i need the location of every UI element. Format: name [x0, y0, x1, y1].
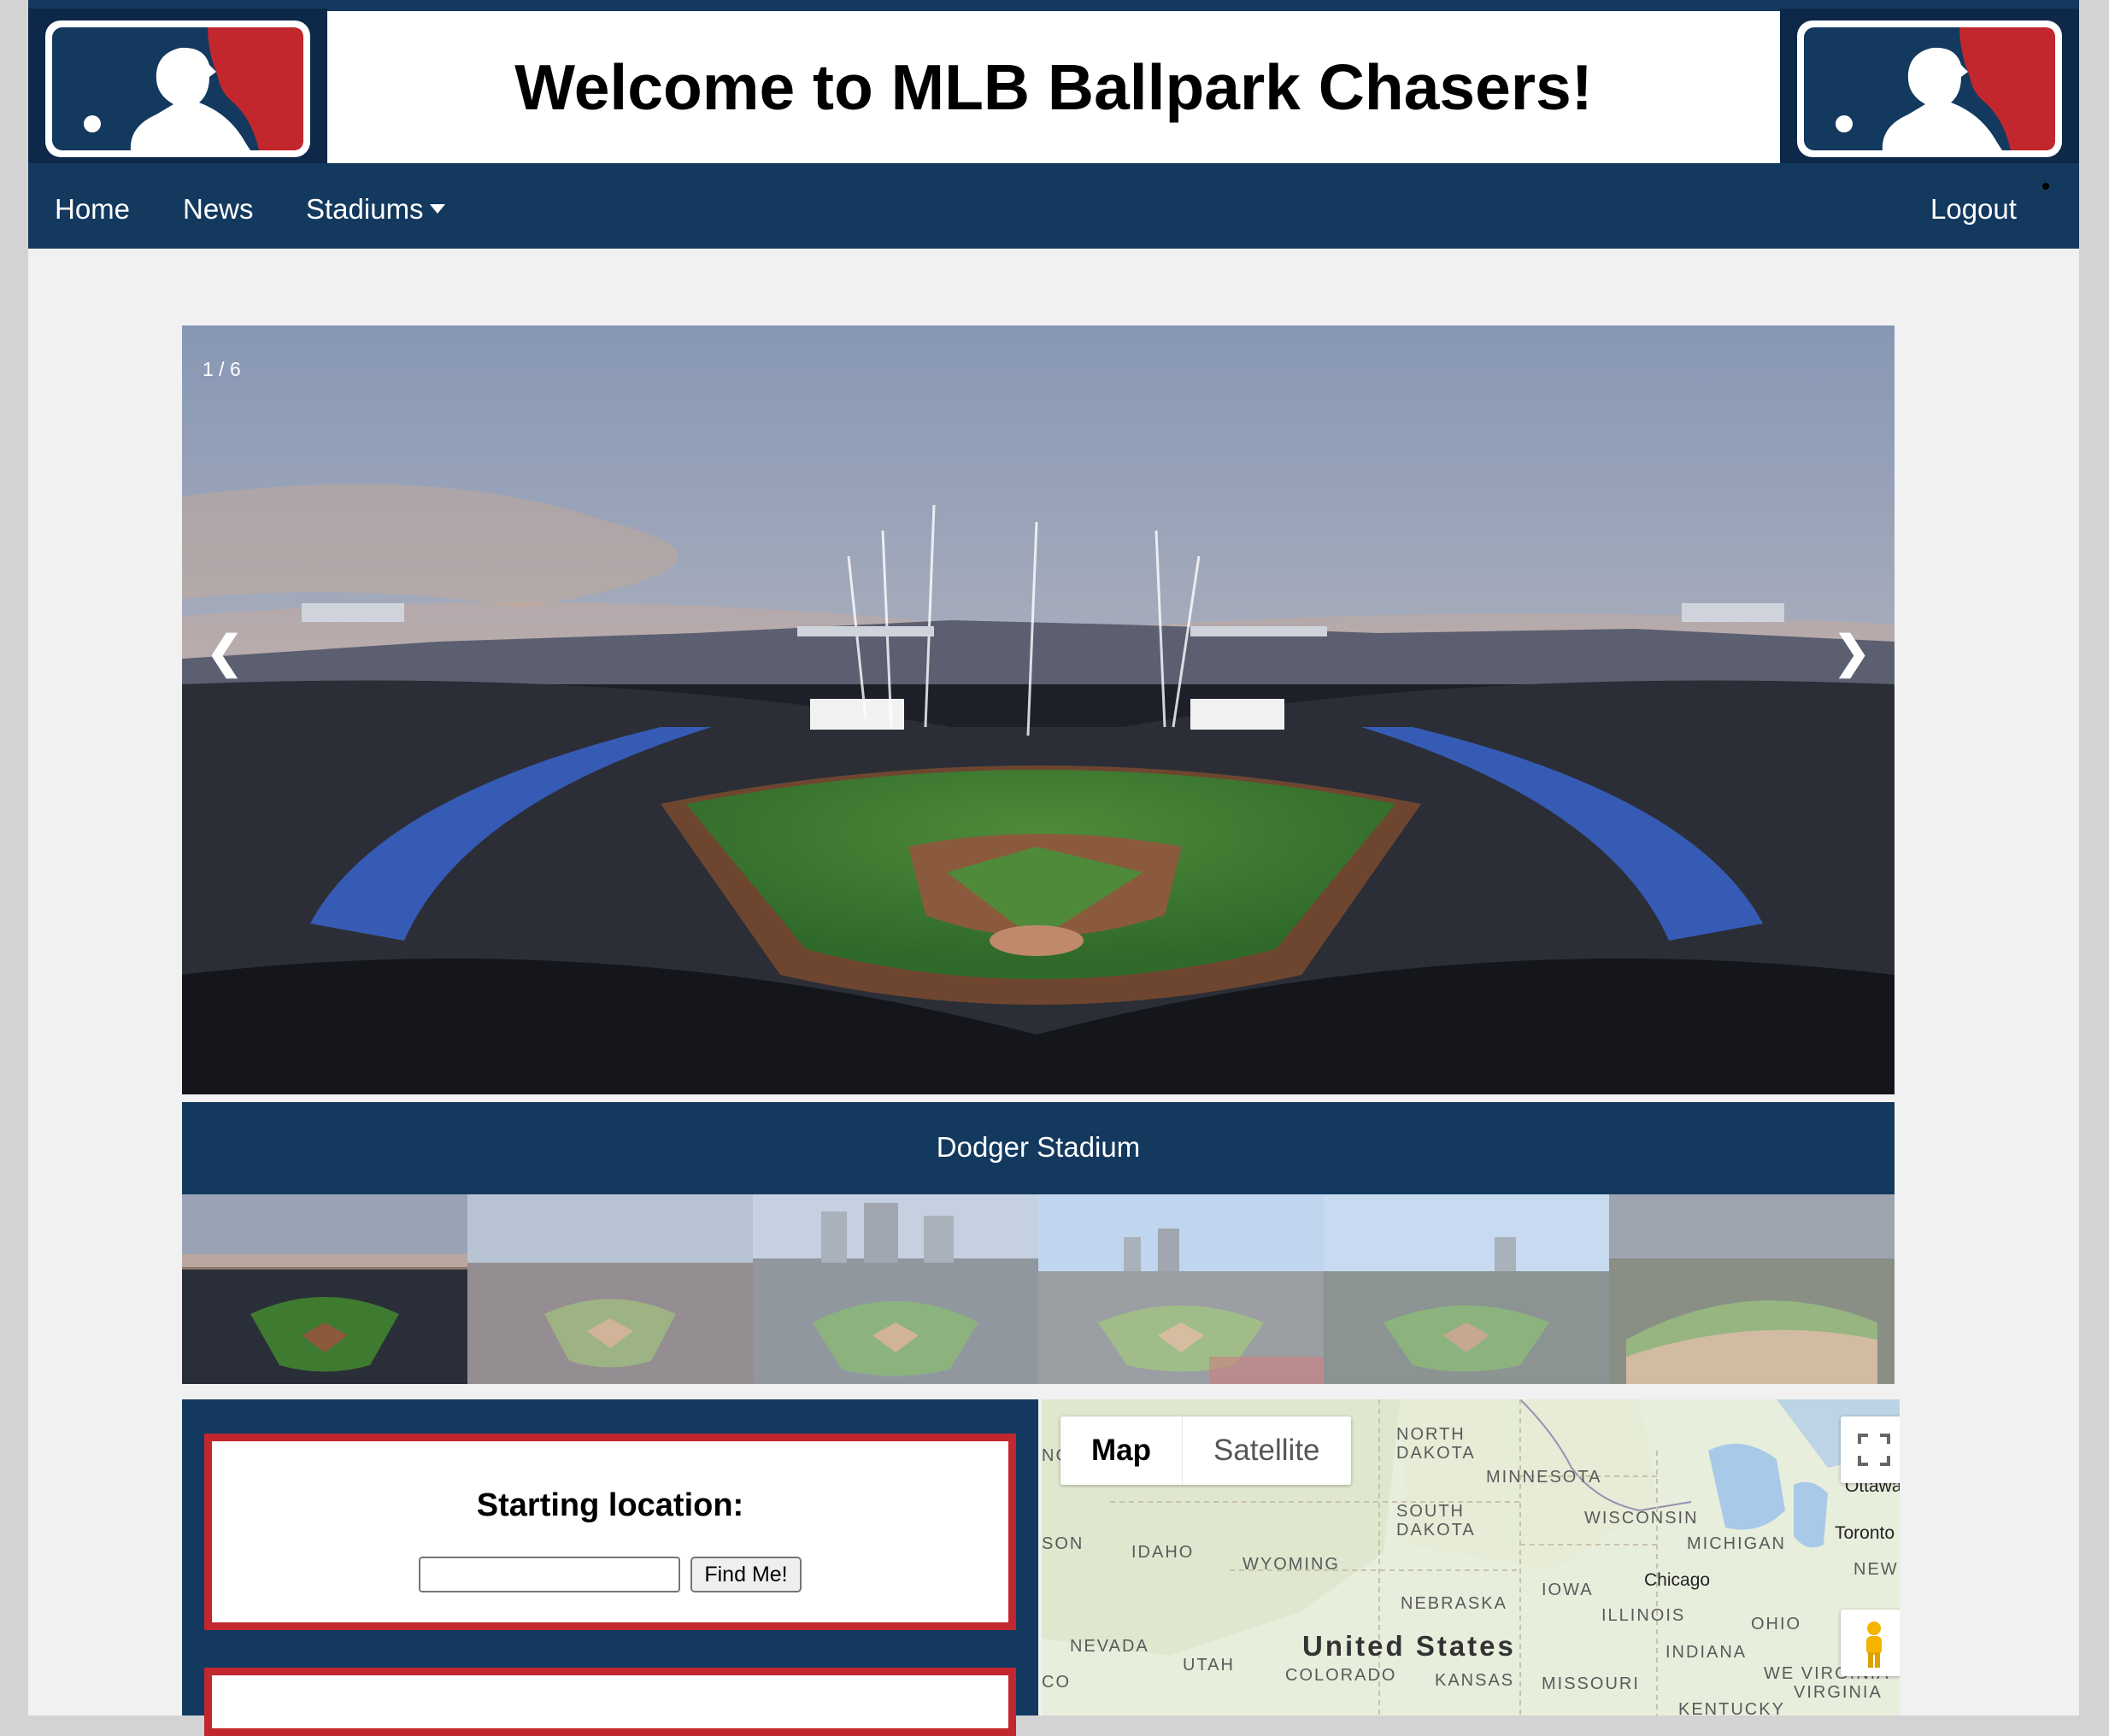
page: Welcome to MLB Ballpark Chasers! Home Ne…: [28, 0, 2079, 1736]
starting-location-input[interactable]: [419, 1557, 681, 1592]
map-label: SOUTH: [1396, 1502, 1465, 1521]
prev-slide-button[interactable]: ❮: [191, 620, 259, 685]
starting-location-heading: Starting location:: [476, 1487, 744, 1523]
nav-home-link[interactable]: Home: [55, 163, 130, 249]
map-label: NEW: [1853, 1560, 1899, 1579]
map-label: CO: [1042, 1673, 1071, 1692]
thumbnail-stadium-6[interactable]: [1609, 1194, 1895, 1384]
nav-bar: Home News Stadiums Logout: [28, 163, 2079, 249]
mlb-logo-icon: [1780, 9, 2079, 163]
nav-news-link[interactable]: News: [183, 163, 254, 249]
map-label: SON: [1042, 1534, 1084, 1553]
google-map[interactable]: NORTH DAKOTA MINNESOTA WISCONSIN MICHIGA…: [1042, 1399, 1900, 1715]
map-label: DAKOTA: [1396, 1444, 1476, 1463]
secondary-card: [204, 1668, 1016, 1736]
mlb-logo-icon: [28, 9, 327, 163]
map-label: MINNESOTA: [1486, 1468, 1602, 1487]
nav-stadiums-label: Stadiums: [306, 193, 424, 225]
map-label: IOWA: [1542, 1581, 1594, 1599]
nav-stadiums-dropdown[interactable]: Stadiums: [306, 163, 445, 249]
caret-down-icon: [429, 204, 445, 214]
page-title: Welcome to MLB Ballpark Chasers!: [514, 51, 1593, 123]
map-city-label: Chicago: [1644, 1570, 1711, 1590]
map-label: COLORADO: [1285, 1666, 1397, 1685]
street-view-button[interactable]: [1841, 1610, 1900, 1676]
map-label: MISSOURI: [1542, 1674, 1640, 1693]
fullscreen-icon: [1858, 1434, 1890, 1466]
map-label: ILLINOIS: [1601, 1606, 1686, 1625]
map-label: INDIANA: [1665, 1643, 1748, 1662]
header: Welcome to MLB Ballpark Chasers!: [28, 0, 2079, 163]
thumbnail-stadium-3[interactable]: [753, 1194, 1038, 1384]
thumbnail-stadium-2[interactable]: [467, 1194, 753, 1384]
map-label: KENTUCKY: [1678, 1700, 1785, 1715]
map-label: NEBRASKA: [1401, 1594, 1507, 1613]
map-country-label: United States: [1302, 1630, 1516, 1662]
map-label: UTAH: [1183, 1656, 1235, 1674]
stadium-slideshow: 1 / 6 ❮ ❯: [182, 326, 1895, 1094]
thumbnail-strip: [182, 1194, 1895, 1384]
map-label: KANSAS: [1435, 1671, 1515, 1690]
find-me-button[interactable]: Find Me!: [690, 1557, 802, 1592]
map-label: MICHIGAN: [1687, 1534, 1786, 1553]
nav-logout-link[interactable]: Logout: [1930, 163, 2017, 249]
slide-counter: 1 / 6: [203, 358, 241, 380]
map-label: OHIO: [1751, 1615, 1802, 1633]
map-city-label: Toronto: [1835, 1523, 1895, 1543]
map-label: NORTH: [1396, 1425, 1466, 1444]
title-box: Welcome to MLB Ballpark Chasers!: [327, 11, 1780, 163]
thumbnail-stadium-4[interactable]: [1038, 1194, 1324, 1384]
map-type-satellite-button[interactable]: Satellite: [1182, 1416, 1351, 1485]
map-label: NEVADA: [1070, 1637, 1149, 1656]
thumbnail-stadium-5[interactable]: [1324, 1194, 1609, 1384]
pegman-icon: [1866, 1622, 1882, 1668]
starting-location-card: Starting location: Find Me!: [204, 1434, 1016, 1630]
map-label: VIRGINIA: [1794, 1683, 1883, 1702]
map-label: DAKOTA: [1396, 1521, 1476, 1540]
fullscreen-button[interactable]: [1841, 1416, 1900, 1483]
map-type-control: Map Satellite: [1060, 1416, 1351, 1485]
thumbnail-dodger-stadium[interactable]: [182, 1194, 467, 1384]
map-label: WYOMING: [1242, 1555, 1340, 1574]
map-label: WISCONSIN: [1584, 1509, 1699, 1528]
finder-panel: Starting location: Find Me!: [182, 1399, 1038, 1736]
map-label: IDAHO: [1131, 1543, 1195, 1562]
starting-location-form: Find Me!: [212, 1557, 1008, 1592]
next-slide-button[interactable]: ❯: [1818, 620, 1886, 685]
stadium-photo: [182, 326, 1895, 1094]
slide-caption: Dodger Stadium: [182, 1102, 1895, 1194]
nav-dot: [2042, 183, 2049, 190]
map-type-map-button[interactable]: Map: [1060, 1416, 1182, 1485]
